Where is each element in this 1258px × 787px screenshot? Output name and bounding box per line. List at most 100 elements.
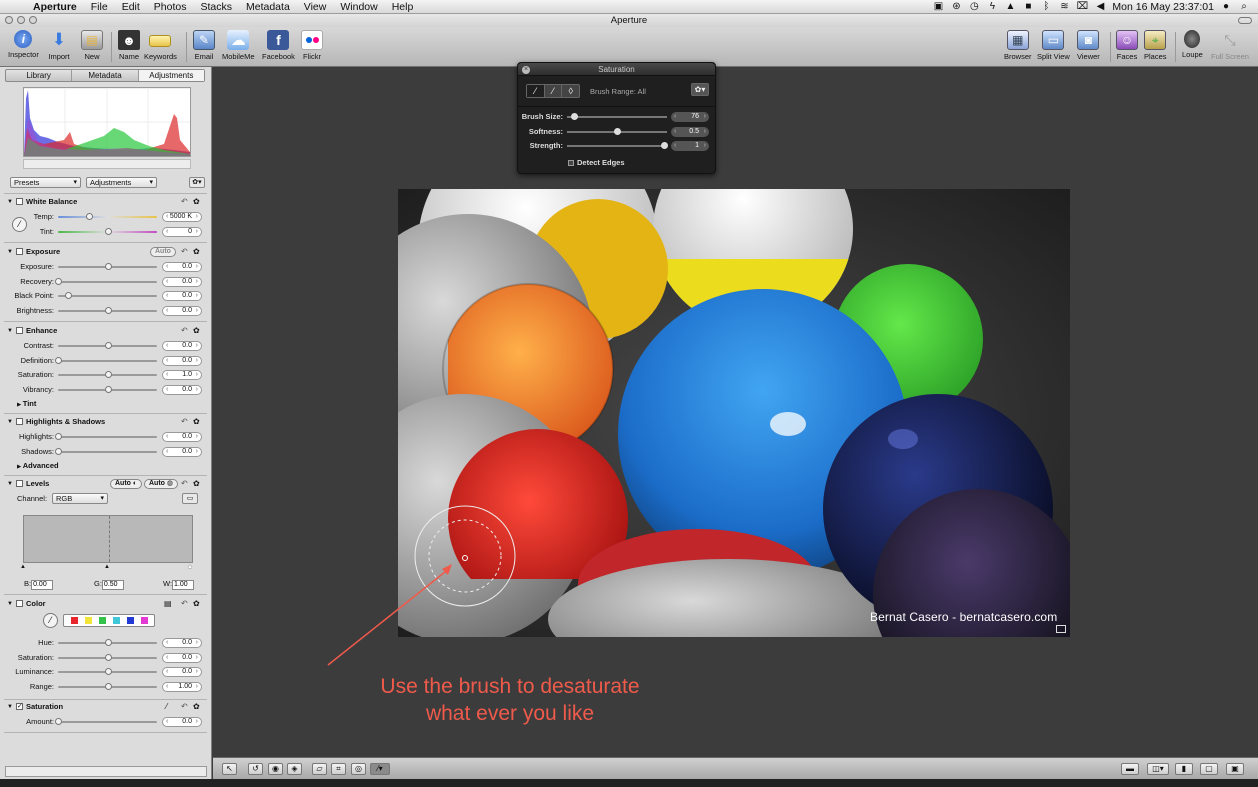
- highlights-shadows-slider[interactable]: [55, 433, 157, 440]
- exposure-slider-knob[interactable]: [55, 277, 62, 285]
- flickr-button[interactable]: Flickr: [301, 30, 323, 61]
- mobileme-button[interactable]: ☁ MobileMe: [222, 30, 255, 61]
- email-button[interactable]: ✎ Email: [193, 30, 215, 61]
- levels-b-input[interactable]: [31, 579, 54, 590]
- new-button[interactable]: ▤ New: [81, 30, 103, 61]
- exposure-slider-knob[interactable]: [104, 263, 112, 270]
- reset-arrow-icon[interactable]: ↶: [181, 598, 188, 610]
- reset-arrow-icon[interactable]: ↶: [181, 701, 188, 713]
- disclosure-triangle-icon[interactable]: ▼: [7, 598, 13, 610]
- browser-button[interactable]: ▦ Browser: [1004, 30, 1032, 61]
- levels-auto-luminance-button[interactable]: Auto ◐: [110, 479, 143, 489]
- menu-edit[interactable]: Edit: [115, 1, 147, 13]
- viewer-button[interactable]: ◙ Viewer: [1077, 30, 1100, 61]
- color-header[interactable]: ▼ Color ▤ ↶ ✿: [0, 598, 211, 610]
- menu-view[interactable]: View: [297, 1, 334, 13]
- exposure-checkbox[interactable]: [16, 248, 23, 255]
- exposure-header[interactable]: ▼ Exposure Auto ↶ ✿: [0, 246, 211, 258]
- gear-icon[interactable]: ✿: [193, 478, 200, 490]
- white-balance-header[interactable]: ▼ White Balance ↶ ✿: [0, 196, 211, 208]
- menubar-clock[interactable]: Mon 16 May 23:37:01: [1112, 1, 1214, 13]
- inspector-button[interactable]: i Inspector: [8, 30, 39, 59]
- menu-stacks[interactable]: Stacks: [193, 1, 239, 13]
- levels-auto-rgb-button[interactable]: Auto ◍: [144, 479, 179, 489]
- full-screen-button[interactable]: ⤡ Full Screen: [1211, 30, 1249, 62]
- channel-popup[interactable]: RGB: [52, 493, 108, 504]
- eraser-icon[interactable]: ◊: [562, 85, 579, 97]
- color-value-field[interactable]: 0.0: [162, 667, 202, 677]
- amount-slider[interactable]: [55, 718, 157, 725]
- enhance-header[interactable]: ▼ Enhance ↶ ✿: [0, 325, 211, 337]
- brush-icon[interactable]: ⁄: [527, 85, 545, 97]
- gear-icon[interactable]: ✿: [193, 246, 200, 258]
- brush-icon[interactable]: ⁄: [166, 701, 167, 713]
- enhance-checkbox[interactable]: [16, 327, 23, 334]
- bolt-icon[interactable]: ϟ: [986, 1, 998, 12]
- saturation-header[interactable]: ▼ ✓ Saturation ⁄ ↶ ✿: [0, 701, 211, 713]
- levels-header[interactable]: ▼ Levels Auto ◐ Auto ◍ ↶ ✿: [0, 478, 211, 490]
- tint-disclosure[interactable]: Tint: [17, 399, 37, 408]
- temp-value-field[interactable]: 5000 K: [162, 212, 202, 222]
- lock-icon[interactable]: ▲: [1004, 1, 1016, 12]
- highlights-shadows-slider-knob[interactable]: [55, 433, 62, 440]
- lift-tool-icon[interactable]: ◉: [268, 763, 283, 775]
- temp-slider-knob[interactable]: [85, 213, 93, 220]
- exposure-value-field[interactable]: 0.0: [162, 305, 202, 316]
- hud-slider[interactable]: [567, 127, 667, 135]
- user-icon[interactable]: ●: [1220, 1, 1232, 12]
- enhance-slider[interactable]: [58, 371, 157, 378]
- enhance-slider[interactable]: [58, 342, 157, 349]
- levels-checkbox[interactable]: [16, 480, 23, 487]
- exposure-value-field[interactable]: 0.0: [162, 291, 202, 301]
- facebook-button[interactable]: f Facebook: [262, 30, 295, 61]
- tab-library[interactable]: Library: [6, 70, 73, 81]
- disclosure-triangle-icon[interactable]: ▼: [7, 325, 13, 337]
- enhance-slider-knob[interactable]: [104, 371, 112, 378]
- viewer-options-icon[interactable]: ◫▾: [1147, 763, 1169, 775]
- disclosure-triangle-icon[interactable]: ▼: [7, 196, 13, 208]
- menu-file[interactable]: File: [84, 1, 115, 13]
- flag-icon[interactable]: ▮: [1175, 763, 1193, 775]
- color-slider-knob[interactable]: [104, 639, 112, 646]
- adjustments-gear-icon[interactable]: ✿▾: [189, 177, 205, 188]
- reset-arrow-icon[interactable]: ↶: [181, 325, 188, 337]
- close-window-icon[interactable]: [5, 16, 13, 24]
- color-slider-knob[interactable]: [104, 668, 112, 675]
- hud-slider-knob[interactable]: [614, 127, 621, 135]
- wifi-icon[interactable]: ≋: [1058, 1, 1070, 12]
- hud-value-field[interactable]: 0.5: [671, 126, 709, 137]
- rotate-tool-icon[interactable]: ↺: [248, 763, 263, 775]
- highlights-shadows-slider[interactable]: [55, 447, 157, 455]
- gear-icon[interactable]: ✿: [193, 701, 200, 713]
- gear-icon[interactable]: ✿: [193, 598, 200, 610]
- highlights-shadows-header[interactable]: ▼ Highlights & Shadows ↶ ✿: [0, 416, 211, 428]
- hud-close-icon[interactable]: ×: [522, 66, 530, 74]
- highlights-shadows-slider-knob[interactable]: [55, 447, 62, 455]
- menu-help[interactable]: Help: [385, 1, 421, 13]
- screenshot-icon[interactable]: ▣: [932, 1, 944, 12]
- name-button[interactable]: ☻ Name: [118, 30, 140, 61]
- straighten-tool-icon[interactable]: ▱: [312, 763, 327, 775]
- enhance-value-field[interactable]: 0.0: [162, 355, 202, 366]
- minimize-window-icon[interactable]: [17, 16, 25, 24]
- highlights-shadows-value-field[interactable]: 0.0: [162, 446, 202, 457]
- enhance-slider-knob[interactable]: [104, 385, 112, 393]
- time-machine-icon[interactable]: ◷: [968, 1, 980, 12]
- temp-slider[interactable]: [58, 213, 157, 220]
- color-swatch[interactable]: [126, 617, 134, 624]
- toolbar-toggle-icon[interactable]: [1238, 17, 1252, 24]
- selection-tool-icon[interactable]: ↖: [222, 763, 237, 775]
- color-eyedropper-icon[interactable]: ⁄: [43, 613, 58, 628]
- menu-app[interactable]: Aperture: [26, 1, 84, 13]
- zoom-window-icon[interactable]: [29, 16, 37, 24]
- photo[interactable]: [398, 189, 1070, 637]
- input-menu-icon[interactable]: ⌧: [1076, 1, 1089, 12]
- color-slider[interactable]: [58, 682, 157, 690]
- gear-icon[interactable]: ✿: [193, 196, 200, 208]
- tab-adjustments[interactable]: Adjustments: [138, 70, 204, 81]
- enhance-value-field[interactable]: 0.0: [162, 341, 202, 351]
- tab-metadata[interactable]: Metadata: [72, 70, 139, 81]
- color-view-toggle-icon[interactable]: ▤: [164, 598, 172, 610]
- hud-value-field[interactable]: 76: [671, 112, 709, 122]
- show-metadata-icon[interactable]: ▬: [1121, 763, 1139, 775]
